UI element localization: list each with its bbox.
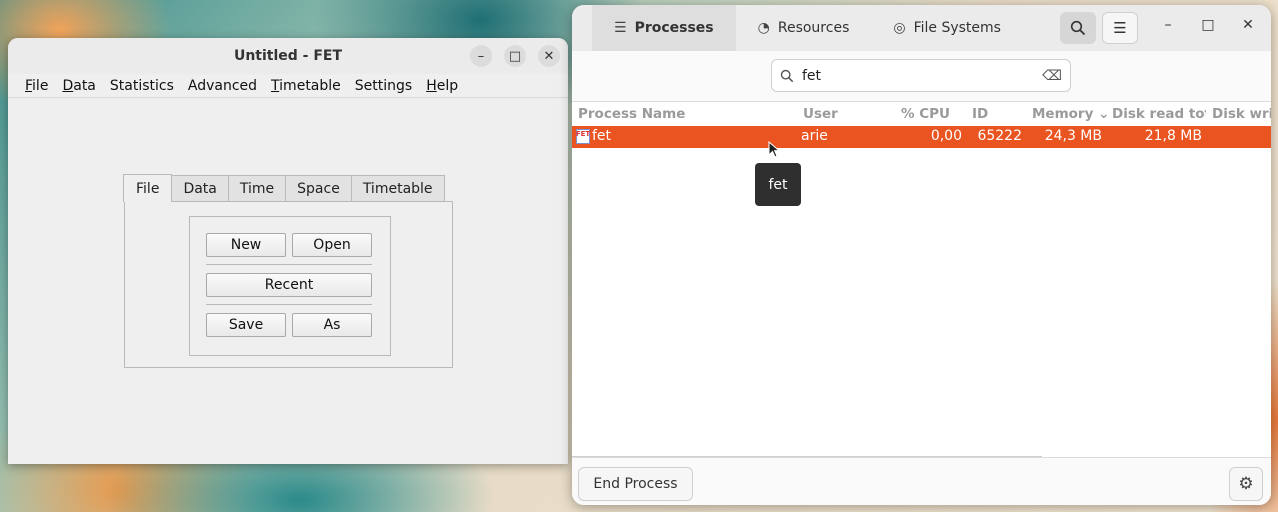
cell-process-name: fet [592, 128, 612, 144]
tab-processes[interactable]: ☰ Processes [592, 5, 736, 51]
process-search-bar: ⌫ [771, 59, 1071, 92]
search-icon [1070, 20, 1086, 36]
column-disk-write[interactable]: Disk writ [1212, 106, 1271, 122]
end-process-button[interactable]: End Process [578, 467, 693, 501]
menu-advanced[interactable]: Advanced [181, 78, 264, 94]
tab-time[interactable]: Time [227, 175, 287, 201]
tab-data[interactable]: Data [171, 175, 229, 201]
fet-titlebar[interactable]: Untitled - FET – □ ✕ [8, 38, 568, 74]
divider [206, 264, 372, 265]
sort-chevron-icon: ⌄ [1098, 106, 1110, 122]
window-controls: – □ ✕ [470, 45, 560, 67]
file-button-group: New Open Recent Save As [189, 216, 391, 356]
fet-window: Untitled - FET – □ ✕ File Data Statistic… [8, 38, 568, 464]
minimize-button[interactable]: – [470, 45, 492, 67]
menu-data[interactable]: Data [55, 78, 102, 94]
search-input[interactable] [802, 67, 1035, 84]
new-button[interactable]: New [206, 233, 286, 257]
tab-label: Resources [777, 20, 850, 36]
search-icon [780, 69, 794, 82]
save-as-button[interactable]: As [292, 313, 372, 337]
tab-file-systems[interactable]: ◎ File Systems [871, 5, 1023, 51]
gear-icon: ⚙ [1238, 474, 1254, 494]
main-menu-button[interactable]: ☰ [1102, 12, 1138, 44]
menu-help[interactable]: Help [419, 78, 465, 94]
cell-memory: 24,3 MB [1044, 128, 1102, 144]
column-user[interactable]: User [803, 106, 838, 122]
menu-file[interactable]: File [18, 78, 55, 94]
tab-strip: File Data Time Space Timetable [123, 173, 453, 202]
close-button[interactable]: ✕ [538, 45, 560, 67]
cell-cpu: 0,00 [930, 128, 962, 144]
fet-app-icon: FET [576, 129, 590, 144]
column-disk-read[interactable]: Disk read tota [1112, 106, 1206, 122]
menu-settings[interactable]: Settings [348, 78, 419, 94]
open-button[interactable]: Open [292, 233, 372, 257]
search-toggle-button[interactable] [1060, 12, 1096, 44]
column-cpu[interactable]: % CPU [901, 106, 950, 122]
clear-search-icon[interactable]: ⌫ [1042, 68, 1062, 84]
tab-label: File Systems [913, 20, 1001, 36]
process-tooltip: fet [755, 163, 801, 206]
table-header: Process Name User % CPU ID Memory ⌄ Disk… [572, 102, 1271, 126]
tab-resources[interactable]: ◔ Resources [736, 5, 872, 51]
save-button[interactable]: Save [206, 313, 286, 337]
system-monitor-window: ☰ Processes ◔ Resources ◎ File Systems ☰… [572, 5, 1271, 505]
column-memory-label: Memory [1032, 106, 1094, 122]
disk-icon: ◎ [893, 20, 906, 36]
recent-button[interactable]: Recent [206, 273, 372, 297]
main-tabs: File Data Time Space Timetable New Open … [123, 173, 453, 368]
cell-user: arie [801, 128, 828, 144]
menu-timetable[interactable]: Timetable [264, 78, 348, 94]
process-table: Process Name User % CPU ID Memory ⌄ Disk… [572, 101, 1271, 457]
process-settings-button[interactable]: ⚙ [1229, 467, 1263, 501]
monitor-headerbar[interactable]: ☰ Processes ◔ Resources ◎ File Systems ☰… [572, 5, 1271, 51]
tab-timetable[interactable]: Timetable [350, 175, 445, 201]
file-tab-panel: New Open Recent Save As [124, 201, 453, 368]
column-memory[interactable]: Memory ⌄ [1032, 106, 1109, 122]
hamburger-icon: ☰ [1113, 19, 1127, 37]
gauge-icon: ◔ [757, 20, 770, 36]
maximize-button[interactable]: □ [504, 45, 526, 67]
divider [206, 304, 372, 305]
column-id[interactable]: ID [972, 106, 988, 122]
tab-file[interactable]: File [123, 174, 173, 202]
monitor-footer: End Process ⚙ [572, 457, 1271, 505]
minimize-button[interactable]: – [1157, 17, 1179, 33]
close-button[interactable]: ✕ [1237, 17, 1259, 33]
menu-statistics[interactable]: Statistics [103, 78, 181, 94]
list-icon: ☰ [614, 20, 627, 36]
cell-disk-read: 21,8 MB [1144, 128, 1202, 144]
menubar: File Data Statistics Advanced Timetable … [8, 74, 568, 98]
tab-space[interactable]: Space [285, 175, 352, 201]
cell-id: 65222 [977, 128, 1022, 144]
mouse-cursor-icon [768, 141, 780, 158]
tab-label: Processes [634, 20, 714, 36]
window-title: Untitled - FET [233, 48, 343, 64]
maximize-button[interactable]: □ [1197, 17, 1219, 33]
column-process-name[interactable]: Process Name [578, 106, 685, 122]
table-row[interactable]: FET fet arie 0,00 65222 24,3 MB 21,8 MB [572, 126, 1271, 148]
